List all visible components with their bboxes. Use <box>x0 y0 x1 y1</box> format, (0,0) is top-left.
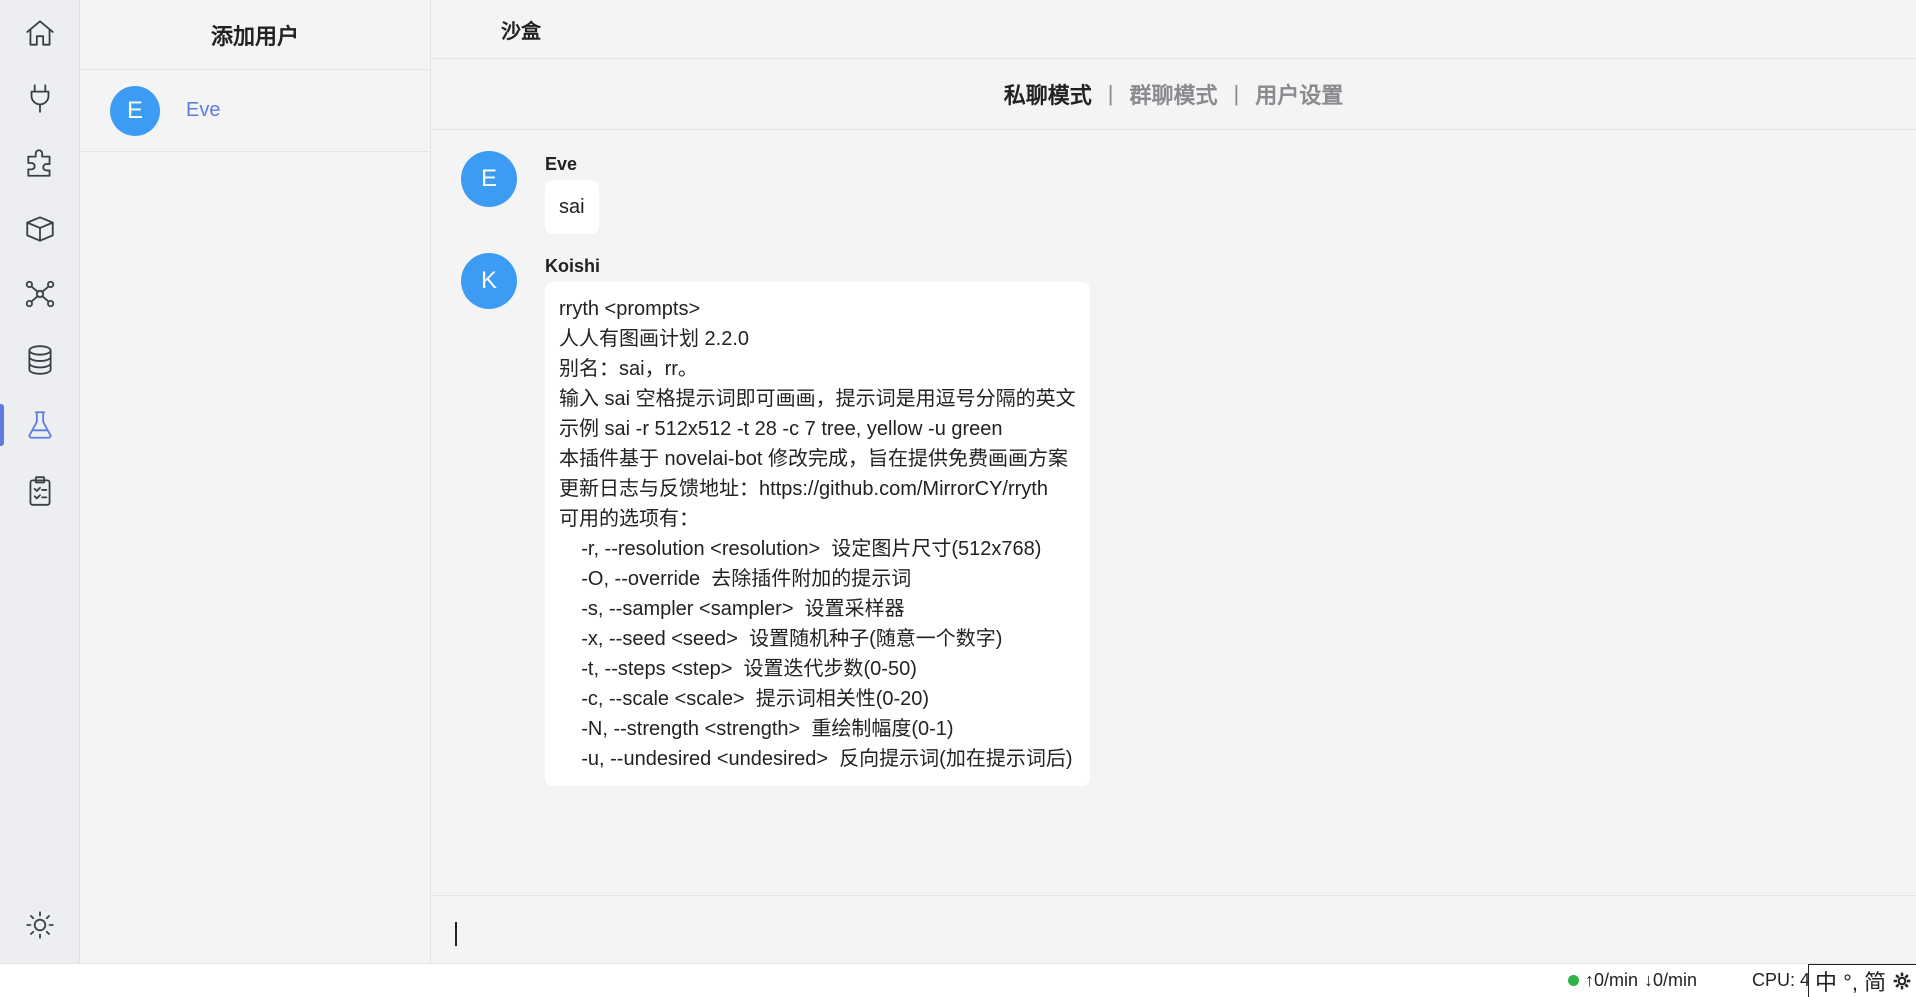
message-input[interactable] <box>431 895 1916 963</box>
message-line: -t, --steps <step> 设置迭代步数(0-50) <box>559 658 917 680</box>
message-line: -r, --resolution <resolution> 设定图片尺寸(512… <box>559 538 1042 560</box>
message-line: 更新日志与反馈地址：https://github.com/MirrorCY/rr… <box>559 478 1048 500</box>
message-line: 示例 sai -r 512x512 -t 28 -c 7 tree, yello… <box>559 418 1003 440</box>
message-line: -N, --strength <strength> 重绘制幅度(0-1) <box>559 718 954 740</box>
tab-private-chat[interactable]: 私聊模式 <box>1004 78 1092 110</box>
dependencies-button[interactable] <box>0 198 80 260</box>
message-list: E Eve sai K Koishi rryth <prompts> 人人有图画… <box>431 131 1916 895</box>
download-rate: 0/min <box>1653 970 1698 990</box>
message-bubble: rryth <prompts> 人人有图画计划 2.2.0 别名：sai，rr。… <box>545 282 1090 786</box>
database-button[interactable] <box>0 329 80 391</box>
home-button[interactable] <box>0 2 80 64</box>
database-icon <box>28 345 52 375</box>
message-line: rryth <prompts> <box>559 298 701 320</box>
add-user-button[interactable]: 添加用户 <box>80 0 430 70</box>
upload-arrow-icon: ↑ <box>1585 970 1594 990</box>
tab-separator: | <box>1107 81 1114 106</box>
user-panel: 添加用户 E Eve <box>80 0 431 963</box>
mode-tabs: 私聊模式 | 群聊模式 | 用户设置 <box>431 59 1916 130</box>
ime-indicator[interactable]: 中 °, 简 <box>1808 964 1916 997</box>
message-item: E Eve sai <box>461 151 599 234</box>
message-item: K Koishi rryth <prompts> 人人有图画计划 2.2.0 别… <box>461 253 1090 786</box>
theme-toggle-button[interactable] <box>0 894 80 956</box>
tab-separator: | <box>1233 81 1240 106</box>
market-button[interactable] <box>0 132 80 194</box>
network-icon <box>25 280 55 308</box>
text-caret <box>455 922 457 946</box>
tab-group-chat[interactable]: 群聊模式 <box>1129 78 1217 110</box>
avatar: K <box>461 253 517 309</box>
message-line: 可用的选项有： <box>559 508 699 530</box>
clipboard-icon <box>29 476 51 506</box>
message-line: 本插件基于 novelai-bot 修改完成，旨在提供免费画画方案 <box>559 448 1068 470</box>
user-item-eve[interactable]: E Eve <box>80 70 430 152</box>
cpu-usage: CPU: 4 <box>1752 970 1811 990</box>
sun-icon <box>26 911 54 939</box>
ime-mode: 中 °, 简 <box>1815 970 1887 995</box>
message-author: Eve <box>545 154 578 174</box>
message-line: sai <box>559 196 585 218</box>
logs-button[interactable] <box>0 460 80 522</box>
message-line: 别名：sai，rr。 <box>559 358 698 380</box>
status-bar: ↑ 0/min ↓ 0/min CPU: 4 中 °, 简 <box>0 963 1916 997</box>
user-name: Eve <box>186 99 221 121</box>
instances-button[interactable] <box>0 263 80 325</box>
puzzle-icon <box>27 149 51 177</box>
sandbox-button[interactable] <box>0 394 80 456</box>
gear-icon <box>1893 972 1911 990</box>
message-line: 输入 sai 空格提示词即可画画，提示词是用逗号分隔的英文 <box>559 388 1076 410</box>
activity-bar <box>0 0 80 963</box>
tab-user-settings[interactable]: 用户设置 <box>1255 78 1343 110</box>
plugins-button[interactable] <box>0 67 80 129</box>
network-status: ↑ 0/min ↓ 0/min <box>1568 970 1697 991</box>
message-line: 人人有图画计划 2.2.0 <box>559 328 750 350</box>
flask-icon <box>28 411 52 439</box>
message-line: -O, --override 去除插件附加的提示词 <box>559 568 912 590</box>
plug-icon <box>30 84 50 113</box>
download-arrow-icon: ↓ <box>1644 970 1654 990</box>
message-author: Koishi <box>545 256 601 276</box>
package-icon <box>26 216 54 242</box>
avatar: E <box>461 151 517 207</box>
upload-rate: 0/min <box>1594 970 1639 990</box>
message-line: -s, --sampler <sampler> 设置采样器 <box>559 598 905 620</box>
page-title: 沙盒 <box>431 0 1916 59</box>
online-dot <box>1568 975 1579 986</box>
sandbox-main: 沙盒 私聊模式 | 群聊模式 | 用户设置 E Eve sai K Koishi… <box>431 0 1916 963</box>
message-line: -x, --seed <seed> 设置随机种子(随意一个数字) <box>559 628 1003 650</box>
message-line: -u, --undesired <undesired> 反向提示词(加在提示词后… <box>559 748 1073 770</box>
home-icon <box>26 20 54 46</box>
message-bubble: sai <box>545 180 599 234</box>
message-line: -c, --scale <scale> 提示词相关性(0-20) <box>559 688 930 710</box>
avatar: E <box>110 85 160 136</box>
